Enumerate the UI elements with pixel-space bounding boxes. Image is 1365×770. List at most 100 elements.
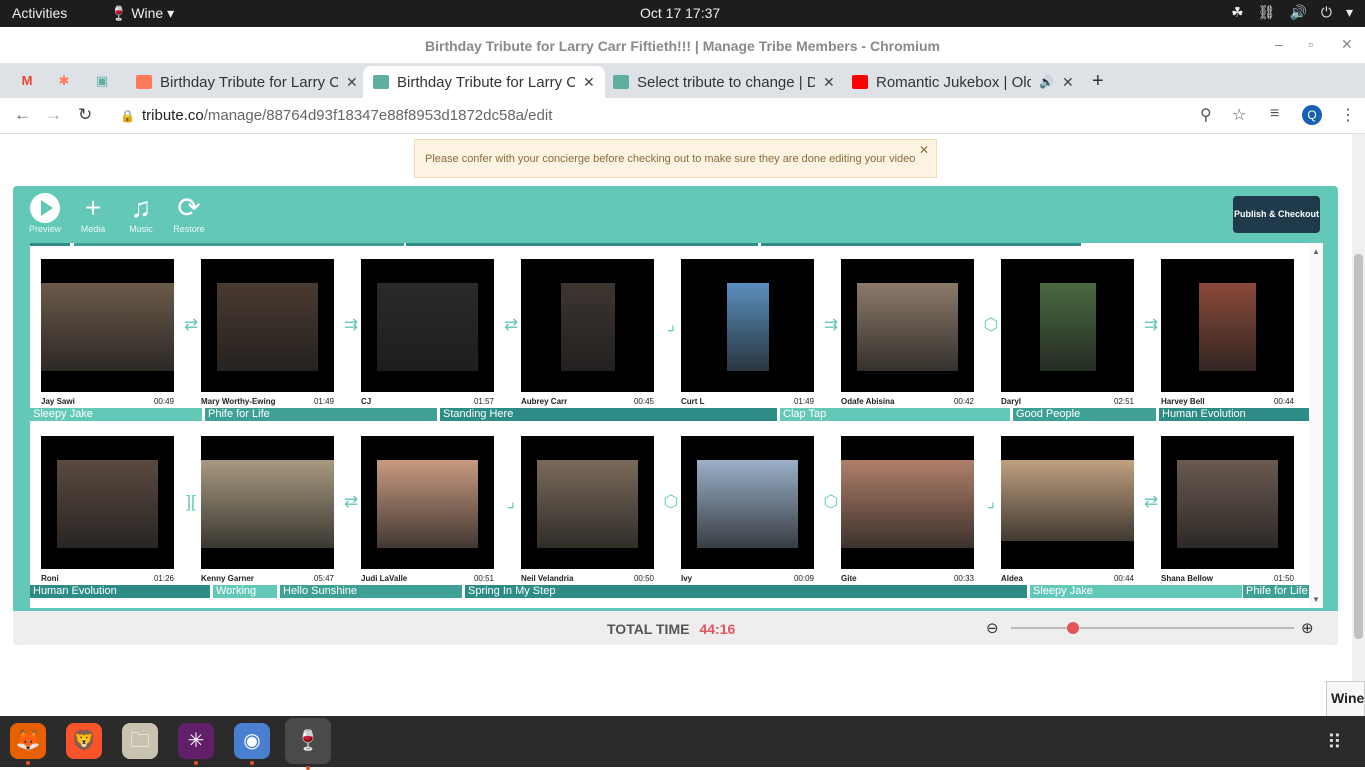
music-track[interactable]: Sleepy Jake xyxy=(30,408,202,421)
dock-wine-icon[interactable]: 🍷 xyxy=(285,718,331,770)
music-button[interactable]: ♫ Music xyxy=(121,192,161,234)
close-icon[interactable]: ✕ xyxy=(919,143,929,157)
transition-icon[interactable]: ⇉ xyxy=(820,315,842,335)
zoom-slider[interactable] xyxy=(1011,622,1294,634)
dock-files-icon[interactable]: 🗀 xyxy=(122,723,158,759)
music-track[interactable]: Clap Tap xyxy=(780,408,1010,421)
video-clip[interactable]: Mary Worthy-Ewing 01:49 xyxy=(201,259,334,406)
audio-playing-icon[interactable]: 🔊 xyxy=(1039,75,1054,89)
tab-tribute-1[interactable]: Birthday Tribute for Larry Carr Fiftieth… xyxy=(126,66,368,98)
tray-icon[interactable]: ☘ xyxy=(1231,4,1244,21)
wine-popup[interactable]: Wine xyxy=(1326,681,1365,717)
scroll-down-icon[interactable]: ▼ xyxy=(1312,595,1320,604)
show-apps-icon[interactable]: ⠿ xyxy=(1327,730,1342,755)
power-icon[interactable]: ⏻ xyxy=(1321,4,1332,21)
tribute-pinned-tab[interactable]: ▣ xyxy=(93,72,111,90)
transition-icon[interactable]: ⌟ xyxy=(980,492,1002,512)
close-tab-icon[interactable]: ✕ xyxy=(1062,74,1074,91)
transition-icon[interactable]: ⇉ xyxy=(340,315,362,335)
close-tab-icon[interactable]: ✕ xyxy=(823,74,835,91)
video-clip[interactable]: Gite 00:33 xyxy=(841,436,974,583)
music-track[interactable]: Human Evolution xyxy=(1159,408,1309,421)
music-track[interactable]: Good People xyxy=(1013,408,1156,421)
video-clip[interactable]: Odafe Abisina 00:42 xyxy=(841,259,974,406)
music-track[interactable]: Working xyxy=(213,585,277,598)
close-window-button[interactable]: ✕ xyxy=(1341,36,1353,53)
address-bar[interactable]: 🔒 tribute.co/manage/88764d93f18347e88f89… xyxy=(110,102,1260,130)
video-clip[interactable]: Kenny Garner 05:47 xyxy=(201,436,334,583)
dock-slack-icon[interactable]: ✳ xyxy=(178,723,214,765)
publish-checkout-button[interactable]: Publish & Checkout xyxy=(1233,196,1320,233)
zoom-out-icon[interactable]: ⊖ xyxy=(986,619,999,637)
bookmark-star-icon[interactable]: ☆ xyxy=(1232,105,1246,125)
menu-kebab-icon[interactable]: ⋮ xyxy=(1340,105,1356,125)
video-clip[interactable]: Ivy 00:09 xyxy=(681,436,814,583)
media-button[interactable]: + Media xyxy=(73,192,113,234)
transition-icon[interactable]: ⬡ xyxy=(980,315,1002,335)
new-tab-button[interactable]: + xyxy=(1092,70,1104,93)
zoom-in-icon[interactable]: ⊕ xyxy=(1301,619,1314,637)
maximize-button[interactable]: ▫ xyxy=(1308,36,1313,52)
transition-icon[interactable]: ⇄ xyxy=(340,492,362,512)
video-clip[interactable]: Aldea 00:44 xyxy=(1001,436,1134,583)
tab-youtube[interactable]: Romantic Jukebox | Old School R&B Love S… xyxy=(842,66,1084,98)
system-tray[interactable]: ☘ ⛓ 🔊 ⏻ ▾ xyxy=(1231,4,1353,21)
transition-icon[interactable]: ][ xyxy=(180,492,202,512)
app-menu[interactable]: 🍷 Wine ▾ xyxy=(110,5,174,22)
clip-thumbnail-frame[interactable] xyxy=(41,436,174,569)
video-clip[interactable]: Judi LaValle 00:51 xyxy=(361,436,494,583)
clip-thumbnail-frame[interactable] xyxy=(841,436,974,569)
zoom-slider-handle[interactable] xyxy=(1067,622,1080,634)
timeline-scrollbar[interactable]: ▲ ▼ xyxy=(1309,243,1323,608)
video-clip[interactable]: Neil Velandria 00:50 xyxy=(521,436,654,583)
tab-tribute-2[interactable]: Birthday Tribute for Larry Carr Fiftieth… xyxy=(363,66,605,98)
preview-button[interactable]: Preview xyxy=(25,192,65,234)
transition-icon[interactable]: ⬡ xyxy=(820,492,842,512)
clip-thumbnail-frame[interactable] xyxy=(681,436,814,569)
video-clip[interactable]: Aubrey Carr 00:45 xyxy=(521,259,654,406)
media-control-icon[interactable]: ≡ xyxy=(1270,105,1279,123)
back-icon[interactable]: ← xyxy=(14,105,31,125)
dock-firefox-icon[interactable]: 🦊 xyxy=(10,723,46,765)
clip-thumbnail-frame[interactable] xyxy=(841,259,974,392)
video-clip[interactable]: Harvey Bell 00:44 xyxy=(1161,259,1294,406)
close-tab-icon[interactable]: ✕ xyxy=(346,74,358,91)
clip-thumbnail-frame[interactable] xyxy=(1161,436,1294,569)
music-track[interactable]: Standing Here xyxy=(440,408,777,421)
clip-thumbnail-frame[interactable] xyxy=(681,259,814,392)
transition-icon[interactable]: ⇄ xyxy=(1140,492,1162,512)
music-track[interactable]: Phife for Life xyxy=(1243,585,1309,598)
scroll-up-icon[interactable]: ▲ xyxy=(1312,247,1320,256)
clock[interactable]: Oct 17 17:37 xyxy=(640,5,720,21)
video-clip[interactable]: Roni 01:26 xyxy=(41,436,174,583)
transition-icon[interactable]: ⌟ xyxy=(500,492,522,512)
dock-chromium-icon[interactable]: ◉ xyxy=(234,723,270,765)
transition-icon[interactable]: ⬡ xyxy=(660,492,682,512)
minimize-button[interactable]: – xyxy=(1275,36,1283,52)
clip-thumbnail-frame[interactable] xyxy=(361,259,494,392)
forward-icon[interactable]: → xyxy=(45,105,62,125)
transition-icon[interactable]: ⇄ xyxy=(500,315,522,335)
clip-thumbnail-frame[interactable] xyxy=(1001,436,1134,569)
clip-thumbnail-frame[interactable] xyxy=(41,259,174,392)
clip-thumbnail-frame[interactable] xyxy=(1001,259,1134,392)
volume-icon[interactable]: 🔊 xyxy=(1289,4,1306,21)
clip-thumbnail-frame[interactable] xyxy=(521,259,654,392)
page-scrollbar-thumb[interactable] xyxy=(1354,254,1363,639)
video-clip[interactable]: Curt L 01:49 xyxy=(681,259,814,406)
clip-thumbnail-frame[interactable] xyxy=(361,436,494,569)
video-clip[interactable]: Daryl 02:51 xyxy=(1001,259,1134,406)
lock-icon[interactable]: 🔒 xyxy=(120,102,135,130)
restore-button[interactable]: ⟳ Restore xyxy=(169,192,209,234)
transition-icon[interactable]: ⇉ xyxy=(1140,315,1162,335)
page-scrollbar[interactable] xyxy=(1352,134,1365,716)
dock-brave-icon[interactable]: 🦁 xyxy=(66,723,102,759)
clip-thumbnail-frame[interactable] xyxy=(201,436,334,569)
music-track[interactable]: Sleepy Jake xyxy=(1030,585,1242,598)
activities-button[interactable]: Activities xyxy=(12,5,67,21)
music-track[interactable]: Hello Sunshine xyxy=(280,585,462,598)
clip-thumbnail-frame[interactable] xyxy=(201,259,334,392)
video-clip[interactable]: Jay Sawi 00:49 xyxy=(41,259,174,406)
video-clip[interactable]: Shana Bellow 01:50 xyxy=(1161,436,1294,583)
reload-icon[interactable]: ↻ xyxy=(78,105,92,125)
